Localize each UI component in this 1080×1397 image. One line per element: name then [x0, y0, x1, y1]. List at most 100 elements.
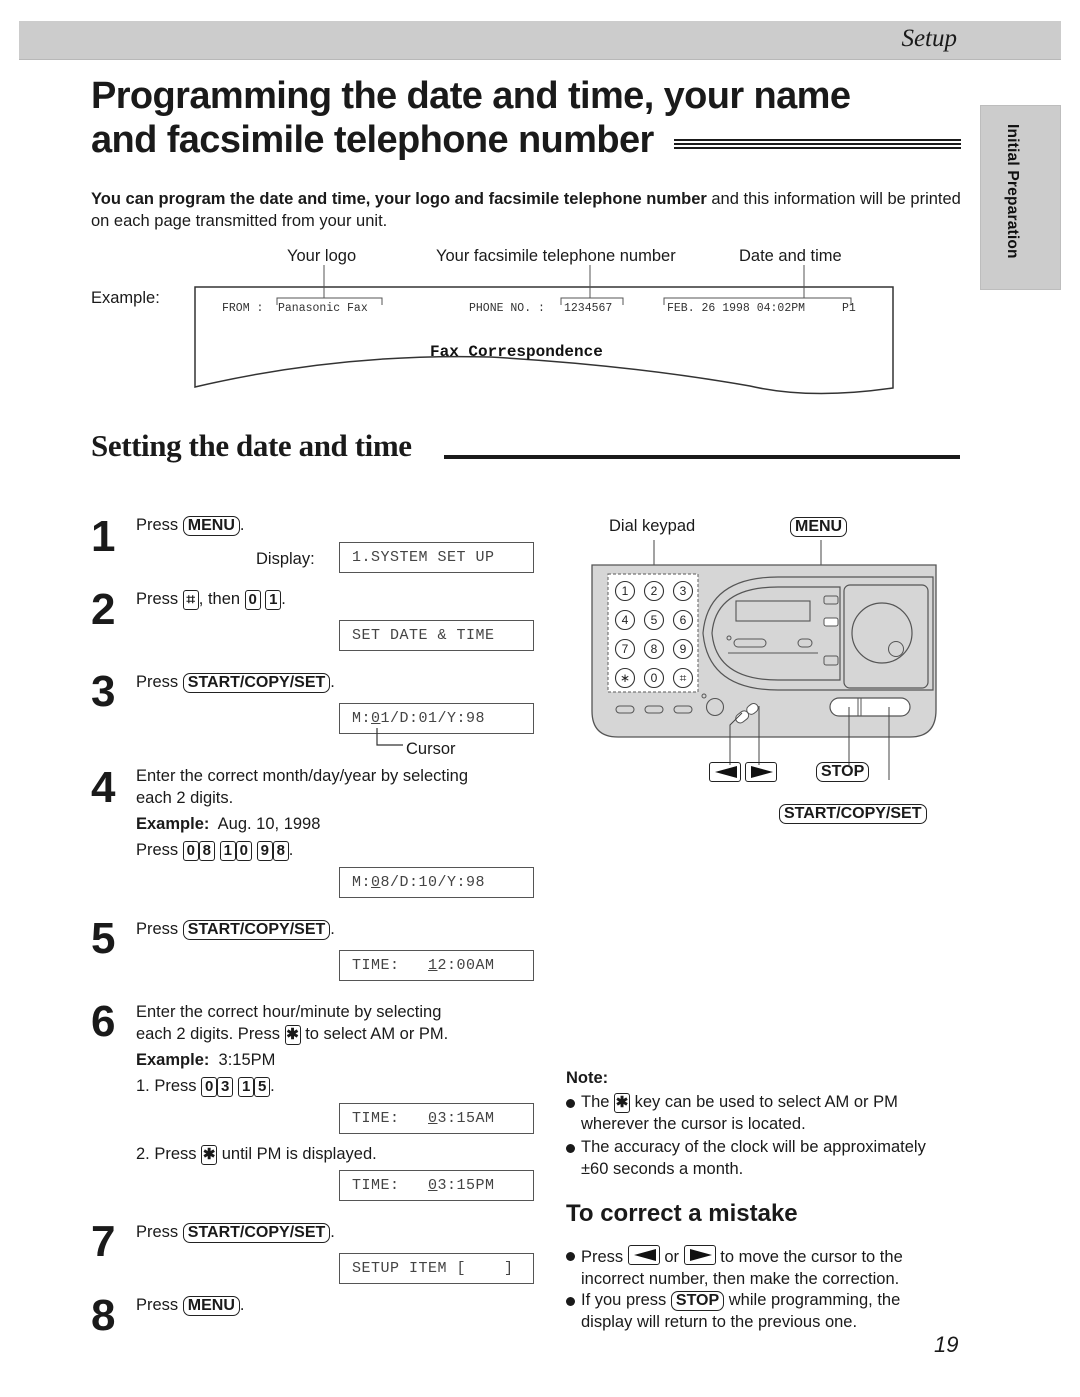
right-arrow-key — [683, 1245, 716, 1265]
lcd-text: 3:15PM — [437, 1177, 495, 1194]
step-number-1: 1 — [91, 512, 116, 561]
callout-logo: Your logo — [287, 247, 357, 265]
intro-bold: You can program the date and time, your … — [91, 190, 707, 208]
lcd-cursor: 0 — [428, 1110, 438, 1127]
keypad-key-label: 4 — [622, 613, 629, 627]
lcd-text: TIME: — [352, 957, 429, 974]
press-text: Press — [136, 516, 179, 534]
lcd-display-4: M:08/D:10/Y:98 — [339, 867, 534, 898]
menu-key: MENU — [182, 516, 240, 536]
press-text: Press — [136, 920, 179, 938]
step-7-instruction: Press START/COPY/SET. — [136, 1223, 335, 1243]
callout-number: Your facsimile telephone number — [436, 247, 676, 265]
step-4-line-1: Enter the correct month/day/year by sele… — [136, 767, 468, 785]
step-4-keys: Press 081098. — [136, 841, 294, 861]
page-title-line-1: Programming the date and time, your name — [91, 75, 851, 117]
text: to select AM or PM. — [305, 1025, 449, 1043]
keypad-key-label: 3 — [680, 584, 687, 598]
text: until PM is displayed. — [221, 1145, 377, 1163]
lcd-display-6a: TIME: 03:15AM — [339, 1103, 534, 1134]
stop-key: STOP — [670, 1291, 725, 1311]
side-tab: Initial Preparation — [980, 105, 1061, 290]
left-arrow-key — [627, 1245, 660, 1265]
device-stop-callout: STOP — [816, 762, 870, 782]
side-tab-label: Initial Preparation — [1004, 124, 1021, 259]
keypad-key-label: 5 — [651, 613, 658, 627]
bullet-dot — [566, 1297, 575, 1306]
digit-key: 0 — [235, 841, 252, 861]
fax-date-value: FEB. 26 1998 04:02PM — [667, 302, 806, 315]
start-copy-set-key: START/COPY/SET — [182, 920, 331, 940]
keypad-key-label: ∗ — [620, 671, 630, 685]
keypad-key-label: 1 — [622, 584, 629, 598]
left-arrow-key — [709, 762, 741, 782]
digit-key: 0 — [244, 590, 261, 610]
lcd-display-1: 1.SYSTEM SET UP — [339, 542, 534, 573]
digit-key: 1 — [265, 590, 282, 610]
digit-key: 5 — [254, 1077, 271, 1097]
keypad-key-label: 9 — [680, 642, 687, 656]
lcd-cursor: 1 — [428, 957, 438, 974]
display-label: Display: — [256, 550, 315, 568]
step-number-5: 5 — [91, 914, 116, 963]
example-value: 3:15PM — [218, 1051, 276, 1069]
fax-from-value: Panasonic Fax — [278, 302, 368, 315]
press-text: Press — [136, 1223, 179, 1241]
keypad-key-label: 0 — [651, 671, 658, 685]
bullet-dot — [566, 1099, 575, 1108]
cursor-pointer-line — [376, 728, 403, 746]
step-4-line-2: each 2 digits. — [136, 789, 234, 807]
start-copy-set-key: START/COPY/SET — [182, 673, 331, 693]
lcd-text: 2:00AM — [437, 957, 495, 974]
step-6-sub-2: 2. Press ✱ until PM is displayed. — [136, 1143, 377, 1165]
lcd-display-5: TIME: 12:00AM — [339, 950, 534, 981]
step-number-2: 2 — [91, 585, 116, 634]
title-rule — [674, 139, 961, 153]
digit-key: 1 — [219, 841, 236, 861]
step-6-line-1: Enter the correct hour/minute by selecti… — [136, 1003, 442, 1021]
text: 1. Press — [136, 1077, 197, 1095]
fax-body-title: Fax Correspondence — [430, 343, 603, 361]
menu-key: MENU — [182, 1296, 240, 1316]
step-number-6: 6 — [91, 997, 116, 1046]
stop-key: STOP — [816, 762, 870, 782]
digit-key: 8 — [198, 841, 215, 861]
right-arrow-key — [745, 762, 778, 782]
note-bullet-2: The accuracy of the clock will be approx… — [566, 1137, 966, 1180]
start-copy-set-key: START/COPY/SET — [182, 1223, 331, 1243]
text: Press — [581, 1248, 624, 1266]
press-text: Press — [136, 841, 179, 859]
section-heading: Setting the date and time — [91, 428, 412, 463]
section-header-bar: Setup — [19, 21, 1061, 60]
fax-phone-label: PHONE NO. : — [469, 302, 545, 315]
lcd-display-2: SET DATE & TIME — [339, 620, 534, 651]
correct-heading: To correct a mistake — [566, 1200, 798, 1227]
step-6-sub-1: 1. Press 0315. — [136, 1077, 275, 1097]
text: to move the cursor to the — [720, 1248, 903, 1266]
press-text: Press — [136, 673, 179, 691]
digit-key: 1 — [238, 1077, 255, 1097]
keypad-key-label: ⌗ — [680, 671, 687, 685]
step-number-8: 8 — [91, 1291, 116, 1340]
step-3-instruction: Press START/COPY/SET. — [136, 673, 335, 693]
lcd-cursor: 0 — [371, 874, 381, 891]
intro-paragraph: You can program the date and time, your … — [91, 188, 961, 232]
step-1-instruction: Press MENU. — [136, 516, 245, 536]
star-key: ✱ — [201, 1145, 218, 1165]
device-start-callout: START/COPY/SET — [779, 804, 927, 824]
digit-key: 9 — [256, 841, 273, 861]
example-label: Example: — [91, 289, 160, 307]
digit-key: 0 — [182, 841, 199, 861]
lcd-cursor: 0 — [428, 1177, 438, 1194]
step-number-3: 3 — [91, 667, 116, 716]
press-text: Press — [136, 1296, 179, 1314]
fax-page-illustration — [194, 265, 894, 395]
correct-bullet-1: Press or to move the cursor to the incor… — [566, 1245, 966, 1290]
digit-key: 3 — [217, 1077, 234, 1097]
correct-bullet-2: If you press STOP while programming, the… — [566, 1290, 966, 1333]
lcd-text: M: — [352, 874, 372, 891]
step-number-7: 7 — [91, 1217, 116, 1266]
keypad-key-label: 8 — [651, 642, 658, 656]
bullet-dot — [566, 1144, 575, 1153]
keypad-key-label: 7 — [622, 642, 629, 656]
